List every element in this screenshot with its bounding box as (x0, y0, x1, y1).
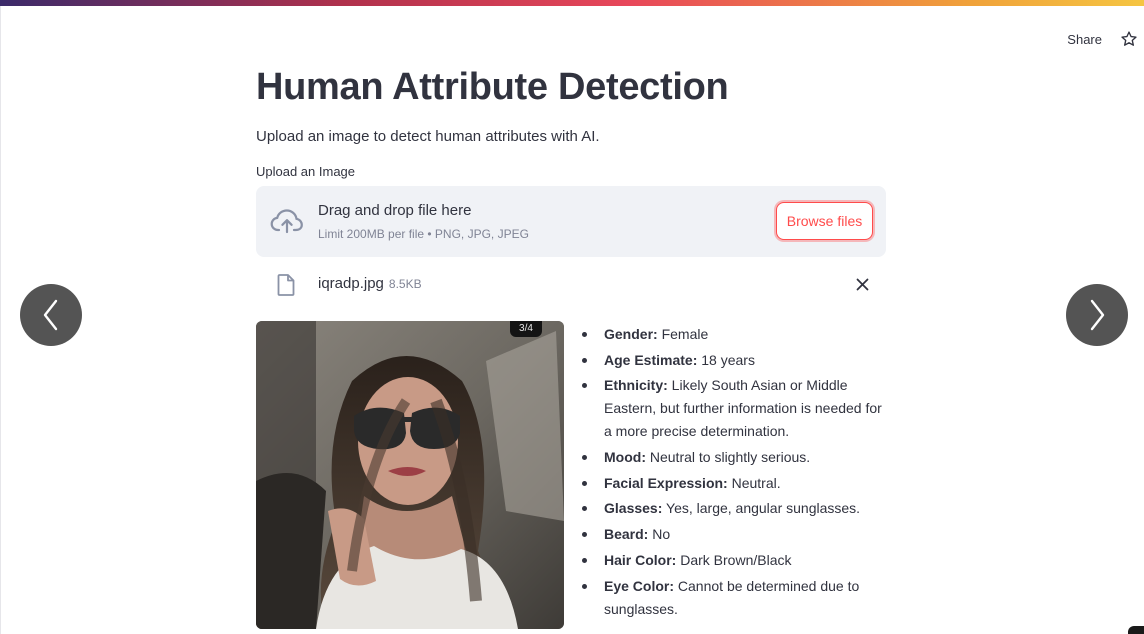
attribute-value: Neutral. (727, 474, 781, 491)
page-subtitle: Upload an image to detect human attribut… (256, 128, 600, 145)
photo-badge: 3/4 (510, 321, 542, 337)
file-dropzone[interactable]: Drag and drop file here Limit 200MB per … (256, 186, 886, 257)
list-item: Mood: Neutral to slightly serious. (582, 446, 892, 469)
list-item: Beard: No (582, 523, 892, 546)
list-item: Facial Expression: Neutral. (582, 472, 892, 495)
attribute-key: Eye Color: (604, 577, 675, 594)
attribute-list: Gender: Female Age Estimate: 18 years Et… (582, 323, 892, 623)
attribute-key: Gender: (604, 326, 658, 342)
dropzone-title: Drag and drop file here (318, 202, 472, 219)
attribute-value: 18 years (697, 351, 755, 368)
attribute-value: No (648, 526, 671, 543)
attribute-key: Mood: (604, 449, 646, 466)
attribute-key: Hair Color: (604, 551, 677, 568)
attribute-key: Glasses: (604, 500, 663, 517)
star-icon[interactable] (1120, 30, 1138, 48)
attribute-value: Neutral to slightly serious. (645, 449, 811, 466)
share-button[interactable]: Share (1067, 32, 1102, 47)
attribute-value: Yes, large, angular sunglasses. (662, 500, 861, 517)
list-item: Hair Color: Dark Brown/Black (582, 549, 892, 572)
chevron-left-icon (43, 299, 58, 331)
attribute-key: Age Estimate: (604, 351, 698, 368)
window-edge (0, 6, 1, 634)
page-title: Human Attribute Detection (256, 66, 729, 108)
list-item: Gender: Female (582, 323, 892, 346)
attribute-value: Female (657, 326, 709, 342)
upload-label: Upload an Image (256, 164, 356, 179)
file-size: 8.5KB (388, 277, 422, 291)
result-section: 3/4 Gender: Female Age Estimate: 18 year… (256, 321, 886, 634)
photo-illustration (256, 321, 564, 629)
list-item: Glasses: Yes, large, angular sunglasses. (582, 497, 892, 520)
attribute-key: Facial Expression: (604, 474, 728, 491)
previous-button[interactable] (20, 284, 82, 346)
file-name: iqradp.jpg 8.5KB (318, 275, 422, 292)
attribute-key: Ethnicity: (604, 377, 668, 394)
close-icon[interactable] (856, 278, 869, 291)
list-item: Age Estimate: 18 years (582, 349, 892, 372)
attribute-key: Beard: (604, 526, 649, 543)
browse-files-button[interactable]: Browse files (776, 202, 873, 240)
main-content: Human Attribute Detection Upload an imag… (256, 62, 886, 634)
uploaded-photo: 3/4 (256, 321, 564, 629)
header-actions: Share (1067, 28, 1144, 50)
chevron-right-icon (1090, 299, 1105, 331)
attribute-value: Dark Brown/Black (676, 551, 792, 568)
list-item: Ethnicity: Likely South Asian or Middle … (582, 374, 892, 443)
dropzone-limit: Limit 200MB per file • PNG, JPG, JPEG (318, 227, 529, 241)
next-button[interactable] (1066, 284, 1128, 346)
uploaded-file-row: iqradp.jpg 8.5KB (256, 257, 886, 313)
cloud-upload-icon (270, 209, 303, 234)
top-gradient-bar (0, 0, 1144, 6)
list-item: Eye Color: Cannot be determined due to s… (582, 575, 892, 621)
file-name-text: iqradp.jpg (318, 275, 384, 292)
corner-widget (1128, 626, 1144, 634)
file-icon (277, 274, 295, 296)
